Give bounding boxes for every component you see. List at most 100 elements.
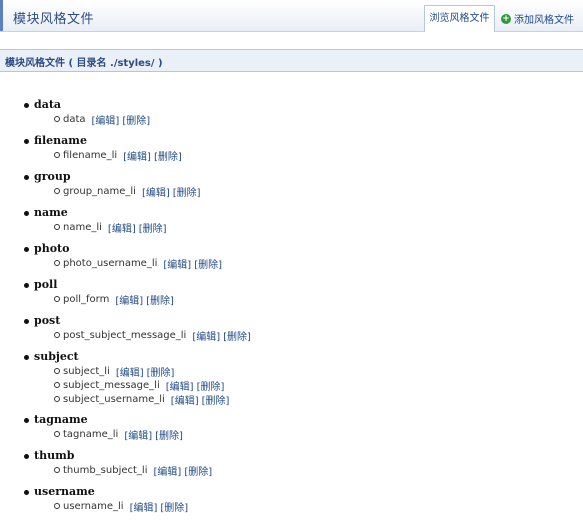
- list-item: subject_username_li [编辑] [删除]: [54, 392, 232, 407]
- bullet-icon: [24, 139, 29, 144]
- delete-link[interactable]: [删除]: [173, 184, 201, 199]
- edit-link[interactable]: [编辑]: [115, 292, 143, 307]
- style-file-name: post_subject_message_li: [63, 329, 187, 341]
- edit-link[interactable]: [编辑]: [108, 220, 136, 235]
- edit-link[interactable]: [编辑]: [166, 378, 194, 393]
- edit-link[interactable]: [编辑]: [163, 256, 191, 271]
- circle-bullet-icon: [54, 116, 60, 122]
- bullet-icon: [24, 211, 29, 216]
- group-photo: photo photo_username_li [编辑] [删除]: [0, 242, 583, 278]
- style-file-name: photo_username_li: [63, 257, 158, 269]
- style-file-name: tagname_li: [63, 428, 119, 440]
- circle-bullet-icon: [54, 368, 60, 374]
- bullet-icon: [24, 355, 29, 360]
- edit-link[interactable]: [编辑]: [154, 463, 182, 478]
- bullet-icon: [24, 175, 29, 180]
- group-name: post: [34, 314, 61, 327]
- group-subject: subject subject_li [编辑] [删除] subject_message…: [0, 350, 583, 407]
- delete-link[interactable]: [删除]: [160, 499, 188, 514]
- delete-link[interactable]: [删除]: [139, 220, 167, 235]
- group-post: post post_subject_message_li [编辑] [删除]: [0, 314, 583, 350]
- edit-link[interactable]: [编辑]: [192, 328, 220, 343]
- bullet-icon: [24, 454, 29, 459]
- group-group: group group_name_li [编辑] [删除]: [0, 170, 583, 206]
- group-name: name name_li [编辑] [删除]: [0, 206, 583, 242]
- edit-link[interactable]: [编辑]: [142, 184, 170, 199]
- style-file-name: username_li: [63, 500, 124, 512]
- tab-browse-styles[interactable]: 浏览风格文件: [424, 5, 495, 32]
- group-tagname: tagname tagname_li [编辑] [删除]: [0, 413, 583, 449]
- list-item: poll_form [编辑] [删除]: [54, 292, 177, 307]
- group-data: data data [编辑] [删除]: [0, 98, 583, 134]
- delete-link[interactable]: [删除]: [146, 292, 174, 307]
- delete-link[interactable]: [删除]: [154, 148, 182, 163]
- circle-bullet-icon: [54, 296, 60, 302]
- edit-link[interactable]: [编辑]: [116, 364, 144, 379]
- delete-link[interactable]: [删除]: [147, 364, 175, 379]
- bullet-icon: [24, 247, 29, 252]
- group-thumb: thumb thumb_subject_li [编辑] [删除]: [0, 449, 583, 485]
- list-item: filename_li [编辑] [删除]: [54, 148, 185, 163]
- style-file-name: name_li: [63, 221, 102, 233]
- bullet-icon: [24, 283, 29, 288]
- list-item: group_name_li [编辑] [删除]: [54, 184, 204, 199]
- group-name: group: [34, 170, 71, 183]
- section-header: 模块风格文件 ( 目录名 ./styles/ ): [0, 49, 583, 72]
- circle-bullet-icon: [54, 260, 60, 266]
- group-name: tagname: [34, 413, 88, 426]
- style-file-name: poll_form: [63, 293, 110, 305]
- delete-link[interactable]: [删除]: [194, 256, 222, 271]
- bullet-icon: [24, 319, 29, 324]
- list-item: name_li [编辑] [删除]: [54, 220, 170, 235]
- style-file-name: data: [63, 113, 86, 125]
- group-name: name: [34, 206, 68, 219]
- group-name: photo: [34, 242, 70, 255]
- group-name: poll: [34, 278, 58, 291]
- group-name: username: [34, 485, 95, 498]
- group-poll: poll poll_form [编辑] [删除]: [0, 278, 583, 314]
- list-item: thumb_subject_li [编辑] [删除]: [54, 463, 215, 478]
- circle-bullet-icon: [54, 188, 60, 194]
- bullet-icon: [24, 418, 29, 423]
- circle-bullet-icon: [54, 332, 60, 338]
- list-item: post_subject_message_li [编辑] [删除]: [54, 328, 254, 343]
- edit-link[interactable]: [编辑]: [92, 112, 120, 127]
- add-style-button[interactable]: + 添加风格文件: [501, 11, 574, 26]
- list-item: photo_username_li [编辑] [删除]: [54, 256, 225, 271]
- style-file-name: subject_li: [63, 365, 110, 377]
- edit-link[interactable]: [编辑]: [123, 148, 151, 163]
- list-item: subject_message_li [编辑] [删除]: [54, 378, 227, 393]
- plus-icon: +: [501, 13, 511, 24]
- style-file-name: subject_username_li: [63, 393, 165, 405]
- delete-link[interactable]: [删除]: [122, 112, 150, 127]
- edit-link[interactable]: [编辑]: [124, 427, 152, 442]
- group-name: data: [34, 98, 62, 111]
- list-item: data [编辑] [删除]: [54, 112, 153, 127]
- style-file-name: thumb_subject_li: [63, 464, 148, 476]
- group-filename: filename filename_li [编辑] [删除]: [0, 134, 583, 170]
- delete-link[interactable]: [删除]: [197, 378, 225, 393]
- top-bar: 模块风格文件 浏览风格文件 + 添加风格文件: [0, 0, 583, 32]
- circle-bullet-icon: [54, 396, 60, 402]
- delete-link[interactable]: [删除]: [202, 392, 230, 407]
- delete-link[interactable]: [删除]: [223, 328, 251, 343]
- group-name: thumb: [34, 449, 75, 462]
- add-style-label: 添加风格文件: [514, 15, 574, 26]
- group-name: subject: [34, 350, 79, 363]
- group-name: filename: [34, 134, 87, 147]
- circle-bullet-icon: [54, 503, 60, 509]
- title-accent: [0, 0, 3, 31]
- circle-bullet-icon: [54, 467, 60, 473]
- edit-link[interactable]: [编辑]: [171, 392, 199, 407]
- section-title: 模块风格文件 ( 目录名 ./styles/ ): [5, 58, 163, 69]
- circle-bullet-icon: [54, 431, 60, 437]
- list-item: subject_li [编辑] [删除]: [54, 364, 177, 379]
- delete-link[interactable]: [删除]: [155, 427, 183, 442]
- bullet-icon: [24, 103, 29, 108]
- circle-bullet-icon: [54, 152, 60, 158]
- group-username: username username_li [编辑] [删除]: [0, 485, 583, 521]
- bullet-icon: [24, 490, 29, 495]
- style-file-name: group_name_li: [63, 185, 136, 197]
- edit-link[interactable]: [编辑]: [130, 499, 158, 514]
- delete-link[interactable]: [删除]: [184, 463, 212, 478]
